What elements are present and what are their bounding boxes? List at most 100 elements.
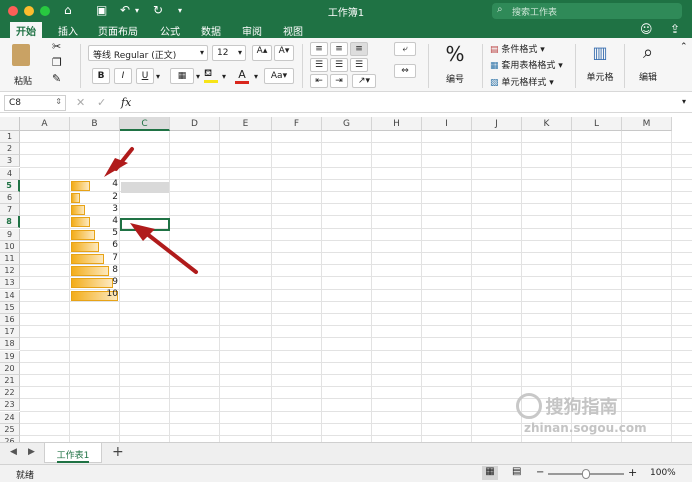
- fill-color-swatch: [204, 80, 218, 83]
- page-layout-view-icon[interactable]: ▤: [512, 466, 521, 477]
- cell-styles-button[interactable]: ▧ 单元格样式 ▾: [490, 75, 554, 89]
- fill-color-button[interactable]: ⛾: [204, 68, 220, 84]
- share-icon[interactable]: ⇪: [670, 22, 680, 36]
- borders-dropdown-icon[interactable]: ▾: [196, 72, 200, 81]
- fill-dropdown-icon[interactable]: ▾: [222, 72, 226, 81]
- chevron-down-icon: ▾: [549, 78, 554, 88]
- decrease-indent-button[interactable]: ⇤: [310, 74, 328, 88]
- worksheet-grid[interactable]: ABCDEFGHIJKLM 1 2 3 4 5 6 7 8 9 10 11 12 13 14 15 16 17 1…: [0, 117, 692, 442]
- chevron-down-icon: ▾: [540, 45, 545, 55]
- tab-insert[interactable]: 插入: [58, 23, 78, 38]
- name-box[interactable]: C8 ⇕: [4, 95, 66, 111]
- ribbon-divider: [80, 44, 81, 88]
- increase-font-button[interactable]: A▴: [252, 45, 272, 61]
- ribbon-divider: [428, 44, 429, 88]
- tab-review[interactable]: 审阅: [242, 23, 262, 38]
- chevron-down-icon: ▾: [558, 61, 563, 71]
- zoom-slider-thumb[interactable]: [582, 469, 590, 479]
- next-sheet-icon[interactable]: ▶: [28, 447, 35, 457]
- cell-styles-icon: ▧: [490, 78, 499, 88]
- font-settings-button[interactable]: Aa▾: [264, 68, 294, 84]
- formula-input[interactable]: [140, 96, 680, 110]
- zoom-slider[interactable]: [548, 469, 624, 479]
- font-color-button[interactable]: A: [234, 68, 250, 84]
- collapse-ribbon-icon[interactable]: ⌃: [680, 42, 688, 52]
- font-size-value: 12: [217, 48, 229, 58]
- sheet-tab-bar: ◀ ▶ 工作表1 +: [0, 442, 692, 464]
- cells-button[interactable]: ▥ 单元格: [582, 42, 618, 88]
- conditional-format-button[interactable]: ▤ 条件格式 ▾: [490, 42, 545, 56]
- copy-icon[interactable]: ❐: [52, 56, 62, 69]
- clipboard-icon: [12, 44, 30, 66]
- align-right-button[interactable]: ☰: [350, 58, 368, 72]
- align-left-button[interactable]: ☰: [310, 58, 328, 72]
- cell-styles-label: 单元格样式: [501, 78, 547, 88]
- zoom-out-button[interactable]: −: [536, 467, 544, 478]
- format-painter-icon[interactable]: ✎: [52, 72, 61, 85]
- font-size-select[interactable]: 12 ▾: [212, 45, 246, 61]
- table-format-button[interactable]: ▦ 套用表格格式 ▾: [490, 58, 563, 72]
- tab-home[interactable]: 开始: [10, 22, 42, 38]
- borders-button[interactable]: ▦: [170, 68, 194, 84]
- conditional-format-icon: ▤: [490, 45, 499, 55]
- status-bar: 就绪 ▦ ▤ − + 100%: [0, 464, 692, 482]
- ribbon-divider: [302, 44, 303, 88]
- number-label: 编号: [445, 75, 464, 85]
- bold-button[interactable]: B: [92, 68, 110, 84]
- zoom-in-button[interactable]: +: [628, 466, 637, 479]
- smiley-icon[interactable]: ☺: [640, 22, 653, 36]
- normal-view-icon[interactable]: ▦: [482, 466, 498, 480]
- underline-dropdown-icon[interactable]: ▾: [156, 72, 160, 81]
- number-format-button[interactable]: % 编号: [438, 42, 472, 88]
- tab-page-layout[interactable]: 页面布局: [98, 23, 138, 38]
- font-color-dropdown-icon[interactable]: ▾: [254, 72, 258, 81]
- conditional-format-label: 条件格式: [501, 45, 538, 55]
- paint-bucket-icon: ⛾: [204, 68, 213, 79]
- search-placeholder: 搜索工作表: [512, 8, 558, 18]
- align-center-button[interactable]: ☰: [330, 58, 348, 72]
- align-top-button[interactable]: ≡: [310, 42, 328, 56]
- search-input[interactable]: ⌕ 搜索工作表: [492, 3, 682, 19]
- watermark: 搜狗指南 zhinan.sogou.com: [516, 393, 647, 435]
- ribbon-divider: [624, 44, 625, 88]
- prev-sheet-icon[interactable]: ◀: [10, 447, 17, 457]
- table-format-icon: ▦: [490, 61, 499, 71]
- orientation-button[interactable]: ↗▾: [352, 74, 376, 88]
- increase-indent-button[interactable]: ⇥: [330, 74, 348, 88]
- wrap-text-button[interactable]: ⤶: [394, 42, 416, 56]
- confirm-entry-icon[interactable]: ✓: [97, 96, 106, 109]
- arrow-left-shaft: [140, 228, 198, 274]
- chevron-updown-icon: ⇕: [55, 97, 62, 106]
- watermark-url: zhinan.sogou.com: [524, 421, 647, 435]
- function-icon[interactable]: fx: [121, 96, 131, 109]
- cancel-entry-icon[interactable]: ✕: [76, 96, 85, 109]
- italic-button[interactable]: I: [114, 68, 132, 84]
- chevron-down-icon: ▾: [199, 48, 204, 57]
- editing-label: 编辑: [638, 73, 657, 83]
- zoom-level[interactable]: 100%: [650, 468, 676, 478]
- add-sheet-button[interactable]: +: [112, 444, 124, 460]
- merge-center-button[interactable]: ⇔: [394, 64, 416, 78]
- expand-formula-icon[interactable]: ▾: [682, 97, 686, 106]
- chevron-down-icon: ▾: [237, 48, 242, 57]
- magnifier-icon: ⌕: [642, 42, 654, 63]
- align-bottom-button[interactable]: ≡: [350, 42, 368, 56]
- sheet-tab-active[interactable]: 工作表1: [44, 443, 102, 463]
- font-name-select[interactable]: 等线 Regular (正文) ▾: [88, 45, 208, 61]
- tab-formulas[interactable]: 公式: [160, 23, 180, 38]
- formula-bar: C8 ⇕ ✕ ✓ fx ▾: [0, 93, 692, 113]
- decrease-font-button[interactable]: A▾: [274, 45, 294, 61]
- align-middle-button[interactable]: ≡: [330, 42, 348, 56]
- editing-button[interactable]: ⌕ 编辑: [632, 42, 664, 88]
- ribbon-divider: [482, 44, 483, 88]
- underline-button[interactable]: U: [136, 68, 154, 84]
- watermark-title: 搜狗指南: [545, 397, 618, 418]
- font-color-icon: A: [238, 68, 246, 81]
- cells-icon: ▥: [592, 43, 608, 62]
- tab-view[interactable]: 视图: [283, 23, 303, 38]
- font-name-value: 等线 Regular (正文): [93, 51, 177, 61]
- paste-button[interactable]: 粘贴: [8, 42, 40, 88]
- tab-data[interactable]: 数据: [201, 23, 221, 38]
- paste-label: 粘贴: [14, 77, 33, 87]
- cut-icon[interactable]: ✂: [52, 40, 61, 53]
